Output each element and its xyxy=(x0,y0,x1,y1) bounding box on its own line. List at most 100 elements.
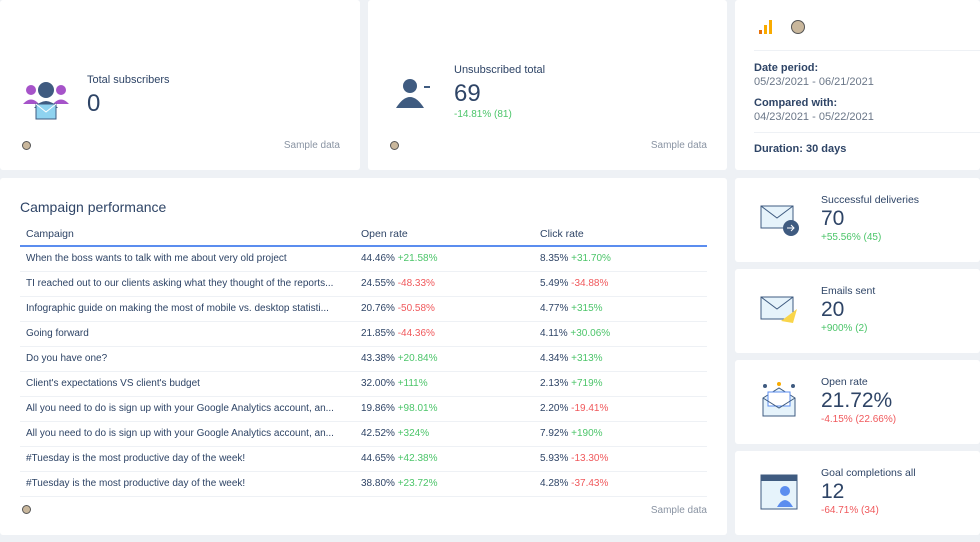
open-rate: 32.00% xyxy=(361,378,395,389)
click-rate: 4.34% xyxy=(540,353,569,364)
table-row[interactable]: Client's expectations VS client's budget… xyxy=(20,371,707,397)
open-rate-change: +23.72% xyxy=(397,478,438,489)
click-rate-change: +313% xyxy=(571,353,603,364)
click-rate-change: -13.30% xyxy=(571,453,609,464)
kpi-value: 70 xyxy=(821,207,845,230)
click-rate-change: +190% xyxy=(571,428,603,439)
browser-user-icon xyxy=(760,474,798,510)
click-rate: 4.77% xyxy=(540,303,569,314)
open-rate-change: +42.38% xyxy=(397,453,438,464)
kpi-change: -64.71% (34) xyxy=(821,505,879,516)
campaign-name: Client's expectations VS client's budget xyxy=(20,371,355,397)
kpi-change: +55.56% (45) xyxy=(821,232,882,243)
campaign-name: #Tuesday is the most productive day of t… xyxy=(20,446,355,472)
subscribers-label: Total subscribers xyxy=(87,74,170,86)
table-row[interactable]: All you need to do is sign up with your … xyxy=(20,396,707,422)
campaign-name: Going forward xyxy=(20,321,355,347)
campaign-name: #Tuesday is the most productive day of t… xyxy=(20,471,355,497)
compared-label: Compared with: xyxy=(754,97,838,109)
kpi-card-open-rate: Open rate 21.72% -4.15% (22.66%) xyxy=(735,360,980,444)
open-rate: 42.52% xyxy=(361,428,395,439)
mailchimp-icon xyxy=(390,141,399,150)
table-row[interactable]: Do you have one? 43.38% +20.84% 4.34% +3… xyxy=(20,346,707,372)
click-rate: 5.93% xyxy=(540,453,569,464)
table-row[interactable]: #Tuesday is the most productive day of t… xyxy=(20,471,707,497)
duration-label: Duration: xyxy=(754,143,803,155)
compared-value: 04/23/2021 - 05/22/2021 xyxy=(754,111,874,123)
click-rate: 4.11% xyxy=(540,328,568,339)
open-rate-change: -50.58% xyxy=(397,303,435,314)
kpi-label: Emails sent xyxy=(821,285,876,297)
date-period-value: 05/23/2021 - 06/21/2021 xyxy=(754,76,874,88)
table-row[interactable]: Going forward 21.85% -44.36% 4.11% +30.0… xyxy=(20,321,707,347)
open-rate-change: +324% xyxy=(397,428,430,439)
unsubscribed-change: -14.81% (81) xyxy=(454,109,512,120)
subscribers-value: 0 xyxy=(87,90,101,117)
open-rate-change: +98.01% xyxy=(397,403,438,414)
open-rate-cell: 38.80% +23.72% xyxy=(355,471,534,497)
table-row[interactable]: All you need to do is sign up with your … xyxy=(20,421,707,447)
table-row[interactable]: When the boss wants to talk with me abou… xyxy=(20,246,707,272)
click-rate-cell: 8.35% +31.70% xyxy=(534,246,707,272)
click-rate: 7.92% xyxy=(540,428,569,439)
open-rate: 43.38% xyxy=(361,353,395,364)
open-rate-cell: 43.38% +20.84% xyxy=(355,346,534,372)
open-rate-change: -48.33% xyxy=(397,278,435,289)
click-rate: 8.35% xyxy=(540,253,569,265)
table-row[interactable]: #Tuesday is the most productive day of t… xyxy=(20,446,707,472)
click-rate-change: +315% xyxy=(571,303,603,314)
open-rate-cell: 42.52% +324% xyxy=(355,421,534,447)
open-rate-cell: 20.76% -50.58% xyxy=(355,296,534,322)
table-row[interactable]: TI reached out to our clients asking wha… xyxy=(20,271,707,297)
sample-data-label: Sample data xyxy=(650,140,707,151)
open-rate-change: +111% xyxy=(397,378,428,389)
open-rate-change: +21.58% xyxy=(397,253,438,265)
kpi-label: Open rate xyxy=(821,376,868,388)
open-rate-cell: 24.55% -48.33% xyxy=(355,271,534,297)
kpi-card-goal-completions-all: Goal completions all 12 -64.71% (34) xyxy=(735,451,980,535)
user-minus-icon xyxy=(396,79,430,108)
campaign-name: All you need to do is sign up with your … xyxy=(20,421,355,447)
mailchimp-icon xyxy=(791,20,805,34)
column-campaign[interactable]: Campaign xyxy=(20,228,355,247)
total-subscribers-card: Total subscribers 0 Sample data xyxy=(0,0,360,170)
duration-value: 30 days xyxy=(805,143,847,155)
unsubscribed-card: Unsubscribed total 69 -14.81% (81) Sampl… xyxy=(368,0,727,170)
campaign-name: All you need to do is sign up with your … xyxy=(20,396,355,422)
kpi-label: Successful deliveries xyxy=(821,194,920,206)
open-rate: 19.86% xyxy=(361,403,395,414)
open-rate: 38.80% xyxy=(361,478,395,489)
kpi-card-successful-deliveries: Successful deliveries 70 +55.56% (45) xyxy=(735,178,980,262)
click-rate-cell: 4.77% +315% xyxy=(534,296,707,322)
unsubscribed-label: Unsubscribed total xyxy=(454,64,546,76)
open-rate: 44.65% xyxy=(361,453,395,464)
campaign-table: Campaign Open rate Click rate When the b… xyxy=(20,228,707,497)
click-rate: 2.13% xyxy=(540,378,569,389)
campaign-performance-card: Campaign performance Campaign Open rate … xyxy=(0,178,727,535)
kpi-value: 21.72% xyxy=(821,389,893,412)
column-click-rate[interactable]: Click rate xyxy=(534,228,707,247)
info-card: Date period: 05/23/2021 - 06/21/2021 Com… xyxy=(735,0,980,170)
open-rate-cell: 19.86% +98.01% xyxy=(355,396,534,422)
campaign-name: When the boss wants to talk with me abou… xyxy=(20,246,355,272)
click-rate-change: +30.06% xyxy=(570,328,611,339)
click-rate-cell: 5.93% -13.30% xyxy=(534,446,707,472)
kpi-value: 12 xyxy=(821,480,845,503)
envelope-arrow-icon xyxy=(760,205,799,236)
open-rate-cell: 32.00% +111% xyxy=(355,371,534,397)
mailchimp-icon xyxy=(22,505,31,514)
table-row[interactable]: Infographic guide on making the most of … xyxy=(20,296,707,322)
click-rate-cell: 7.92% +190% xyxy=(534,421,707,447)
open-rate-change: +20.84% xyxy=(397,353,438,364)
envelope-send-icon xyxy=(760,296,797,323)
column-open-rate[interactable]: Open rate xyxy=(355,228,534,247)
open-rate: 20.76% xyxy=(361,303,395,314)
mailchimp-icon xyxy=(22,141,31,150)
subscribers-icon xyxy=(23,82,69,120)
campaign-title: Campaign performance xyxy=(20,199,167,215)
click-rate-cell: 4.11% +30.06% xyxy=(534,321,707,347)
click-rate: 5.49% xyxy=(540,278,569,289)
campaign-name: TI reached out to our clients asking wha… xyxy=(20,271,355,297)
click-rate-cell: 2.20% -19.41% xyxy=(534,396,707,422)
sample-data-label: Sample data xyxy=(650,505,707,516)
